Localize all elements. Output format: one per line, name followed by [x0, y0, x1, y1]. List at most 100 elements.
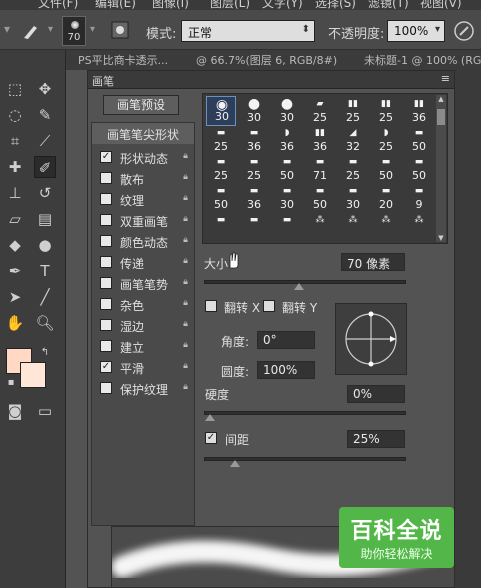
hardness-slider[interactable] [204, 411, 406, 421]
brush-tip-cell[interactable]: ▮▮ 36 [404, 96, 434, 126]
flip-y-checkbox[interactable] [263, 300, 275, 312]
list-item-transfer[interactable]: 传递 🔒︎ [92, 252, 194, 273]
zoom-tool-icon[interactable]: 🔍︎ [34, 312, 56, 334]
list-item-brush-pose[interactable]: 画笔笔势 🔒︎ [92, 273, 194, 294]
chevron-down-icon[interactable]: ▾ [48, 24, 53, 35]
lock-icon[interactable]: 🔒︎ [181, 340, 190, 351]
lock-icon[interactable]: 🔒︎ [181, 298, 190, 309]
lock-icon[interactable]: 🔒︎ [181, 277, 190, 288]
brush-tip-cell[interactable]: ⁂ [305, 212, 335, 242]
lock-icon[interactable]: 🔒︎ [181, 235, 190, 246]
panel-menu-icon[interactable]: ≡ [441, 72, 450, 85]
eraser-tool-icon[interactable]: ▱ [4, 208, 26, 230]
default-colors-icon[interactable]: ▪ [0, 372, 22, 394]
size-slider[interactable] [204, 280, 406, 290]
checkbox[interactable]: ✓ [100, 151, 112, 163]
list-item-noise[interactable]: 杂色 🔒︎ [92, 294, 194, 315]
list-item-dual-brush[interactable]: 双重画笔 🔒︎ [92, 210, 194, 231]
brush-tip-cell[interactable]: ▮▮ 25 [338, 96, 368, 126]
brush-tip-cell[interactable]: ◉ 30 [206, 96, 236, 126]
pressure-opacity-icon[interactable] [453, 20, 475, 42]
flip-x-checkbox[interactable] [205, 300, 217, 312]
brush-tip-cell[interactable]: ▬ 50 [404, 154, 434, 184]
line-tool-icon[interactable]: ╱ [34, 286, 56, 308]
list-item-wet-edges[interactable]: 湿边 🔒︎ [92, 315, 194, 336]
brush-preset-picker[interactable]: 70 [62, 16, 86, 46]
menu-item[interactable]: 文字(Y) [262, 0, 303, 10]
menu-item[interactable]: 编辑(E) [95, 0, 136, 10]
list-item-shape-dynamics[interactable]: ✓ 形状动态 🔒︎ [92, 147, 194, 168]
brush-tip-cell[interactable]: ▬ 36 [239, 125, 269, 155]
spacing-field[interactable]: 25% [347, 430, 405, 448]
brush-tip-cell[interactable]: ▬ 71 [305, 154, 335, 184]
angle-roundness-widget[interactable] [335, 303, 407, 375]
checkbox[interactable] [100, 382, 112, 394]
menu-item[interactable]: 选择(S) [315, 0, 356, 10]
menu-item[interactable]: 滤镜(T) [368, 0, 409, 10]
brush-tip-cell[interactable]: ▬ 50 [272, 154, 302, 184]
mode-select[interactable]: 正常 ⬍ [181, 20, 315, 42]
brush-tip-cell[interactable]: ▬ 50 [206, 183, 236, 213]
brush-presets-button[interactable]: 画笔预设 [103, 95, 179, 115]
brush-tip-cell[interactable]: ▬ 36 [239, 183, 269, 213]
menu-item[interactable]: 图层(L) [210, 0, 250, 10]
lock-icon[interactable]: 🔒︎ [181, 193, 190, 204]
size-field[interactable]: 70 像素 [341, 253, 405, 271]
scroll-down-icon[interactable]: ▼ [436, 234, 446, 242]
scroll-up-icon[interactable]: ▲ [436, 95, 446, 103]
brush-tip-cell[interactable]: ▮▮ 25 [371, 96, 401, 126]
hardness-slider-knob[interactable] [205, 414, 215, 421]
scroll-thumb[interactable] [437, 109, 445, 125]
stamp-tool-icon[interactable]: ⊥ [4, 182, 26, 204]
checkbox[interactable] [100, 340, 112, 352]
menu-item[interactable]: 文件(F) [38, 0, 78, 10]
brush-panel-toggle-icon[interactable] [110, 20, 130, 40]
list-item-smoothing[interactable]: ✓ 平滑 🔒︎ [92, 357, 194, 378]
checkbox[interactable] [100, 319, 112, 331]
lasso-tool-icon[interactable]: ◌ [4, 104, 26, 126]
checkbox[interactable] [100, 235, 112, 247]
swap-colors-icon[interactable]: ↰ [34, 342, 56, 364]
brush-tool-icon[interactable] [20, 22, 42, 40]
brush-tip-cell[interactable]: ▬ 50 [404, 125, 434, 155]
blur-tool-icon[interactable]: ◆ [4, 234, 26, 256]
list-item-build-up[interactable]: 建立 🔒︎ [92, 336, 194, 357]
document-tab[interactable]: @ 66.7%(图层 6, RGB/8#) [196, 52, 337, 68]
brush-tip-cell[interactable]: ● 30 [239, 96, 269, 126]
list-item-color-dynamics[interactable]: 颜色动态 🔒︎ [92, 231, 194, 252]
checkbox[interactable] [100, 298, 112, 310]
checkbox[interactable] [100, 256, 112, 268]
checkbox[interactable] [100, 277, 112, 289]
chevron-down-icon[interactable]: ▾ [90, 24, 95, 35]
brush-tip-cell[interactable]: ▬ 30 [338, 183, 368, 213]
document-tab[interactable]: PS平比商卡透示... [78, 52, 168, 68]
lock-icon[interactable]: 🔒︎ [181, 319, 190, 330]
checkbox[interactable] [100, 214, 112, 226]
brush-tip-cell[interactable]: ▬ 50 [305, 183, 335, 213]
screen-mode-icon[interactable]: ▭ [34, 400, 56, 422]
path-selection-icon[interactable]: ➤ [4, 286, 26, 308]
chevron-down-icon[interactable]: ▾ [4, 22, 10, 36]
hand-tool-icon[interactable]: ✋ [4, 312, 26, 334]
document-tab[interactable]: 未标题-1 @ 100% (RGB/8 [364, 52, 481, 68]
roundness-field[interactable]: 100% [257, 361, 315, 379]
brush-tip-cell[interactable]: ◗ 36 [272, 125, 302, 155]
brush-tip-cell[interactable]: ▬ [206, 212, 236, 242]
checkbox[interactable] [100, 172, 112, 184]
background-color-swatch[interactable] [20, 362, 46, 388]
gradient-tool-icon[interactable]: ▤ [34, 208, 56, 230]
spacing-slider-knob[interactable] [229, 460, 240, 467]
menu-item[interactable]: 图像(I) [152, 0, 189, 10]
quick-selection-icon[interactable]: ✎ [34, 104, 56, 126]
brush-tip-cell[interactable]: ▰ 25 [305, 96, 335, 126]
menu-item[interactable]: 视图(V) [420, 0, 462, 10]
eyedropper-tool-icon[interactable]: ⟋ [34, 130, 56, 152]
angle-field[interactable]: 0° [257, 331, 315, 349]
brush-tip-cell[interactable]: ▬ 25 [239, 154, 269, 184]
list-item-brush-tip-shape[interactable]: 画笔笔尖形状 [92, 123, 194, 144]
move-tool-icon[interactable]: ✥ [34, 78, 56, 100]
history-brush-icon[interactable]: ↺ [34, 182, 56, 204]
quick-mask-icon[interactable]: ◙ [4, 400, 26, 422]
pen-tool-icon[interactable]: ✒ [4, 260, 26, 282]
lock-icon[interactable]: 🔒︎ [181, 172, 190, 183]
